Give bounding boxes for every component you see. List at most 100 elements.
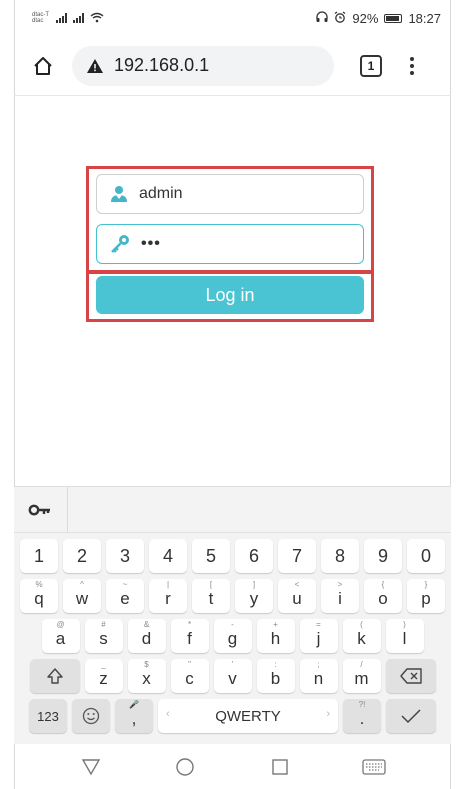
login-button[interactable]: Log in [96, 276, 364, 314]
carrier-bottom: dtac [32, 18, 44, 24]
key-g[interactable]: -g [213, 619, 252, 653]
chevron-right-icon: › [326, 708, 330, 720]
menu-button[interactable] [402, 51, 422, 81]
emoji-icon [82, 707, 100, 725]
key-2[interactable]: 2 [63, 539, 101, 573]
key-hint: _ [101, 660, 106, 669]
key-label: o [378, 589, 388, 608]
key-c[interactable]: " c [170, 659, 209, 693]
key-hint: " [188, 660, 191, 669]
warning-icon [87, 58, 103, 73]
password-manager-button[interactable] [28, 486, 68, 533]
key-hint: & [143, 620, 150, 629]
key-hint: ; [317, 660, 320, 669]
key-label: j [316, 629, 321, 648]
emoji-key[interactable] [72, 699, 110, 733]
key-h[interactable]: + h [256, 619, 295, 653]
key-n[interactable]: ; n [299, 659, 338, 693]
key-k[interactable]: (k [342, 619, 381, 653]
home-nav-button[interactable] [170, 752, 200, 782]
key-hint: < [294, 580, 300, 589]
key-5[interactable]: 5 [192, 539, 230, 573]
letter-row-3: _ z $ x " c ' v: b; n / m [14, 659, 451, 693]
key-hint: $ [144, 660, 149, 669]
key-m[interactable]: / m [342, 659, 381, 693]
key-9[interactable]: 9 [364, 539, 402, 573]
key-i[interactable]: > i [321, 579, 359, 613]
key-f[interactable]: * f [170, 619, 209, 653]
key-4[interactable]: 4 [149, 539, 187, 573]
status-bar: dtac-T dtac 92% 18:27 [14, 0, 451, 36]
key-z[interactable]: _ z [84, 659, 123, 693]
carrier-label: dtac-T dtac [32, 12, 50, 24]
keyboard: 1234567890 % q ^ w ~ e | r[t] y < u > i{o} p @ a # s & d * f… [14, 486, 451, 744]
key-label: 7 [291, 545, 302, 566]
battery-icon [384, 13, 403, 23]
key-label: l [402, 629, 407, 648]
username-field[interactable]: admin [96, 174, 364, 214]
recents-square-icon [271, 758, 288, 775]
alarm-icon [334, 11, 346, 26]
key-0[interactable]: 0 [407, 539, 445, 573]
symbols-key[interactable]: 123 [29, 699, 67, 733]
key-label: t [208, 589, 214, 608]
key-label: f [187, 629, 192, 648]
chevron-left-icon: ‹ [166, 708, 170, 720]
key-label: v [228, 669, 237, 688]
tab-switcher-button[interactable]: 1 [360, 54, 382, 77]
key-e[interactable]: ~ e [106, 579, 144, 613]
key-label: 5 [205, 545, 216, 566]
key-label: m [354, 669, 369, 688]
address-bar[interactable]: 192.168.0.1 [72, 45, 334, 86]
keyboard-hide-button[interactable] [359, 752, 389, 782]
headphones-icon [316, 10, 329, 26]
key-t[interactable]: [t [192, 579, 230, 613]
key-hint: ] [252, 580, 256, 589]
period-hint: ?! [358, 700, 366, 709]
key-q[interactable]: % q [20, 579, 58, 613]
key-v[interactable]: ' v [213, 659, 252, 693]
key-b[interactable]: :b [256, 659, 295, 693]
home-button[interactable] [26, 49, 60, 83]
comma-label: , [131, 709, 137, 728]
key-w[interactable]: ^ w [63, 579, 101, 613]
key-y[interactable]: ] y [235, 579, 273, 613]
url-text: 192.168.0.1 [114, 55, 210, 75]
backspace-icon [399, 668, 422, 684]
key-label: 9 [377, 545, 388, 566]
key-hint: | [166, 580, 170, 589]
backspace-key[interactable] [385, 659, 436, 693]
signal-icon [56, 13, 67, 23]
password-field[interactable]: ••• [96, 224, 364, 264]
key-8[interactable]: 8 [321, 539, 359, 573]
key-u[interactable]: < u [278, 579, 316, 613]
period-key[interactable]: ?! . [343, 699, 381, 733]
key-o[interactable]: {o [364, 579, 402, 613]
enter-key[interactable] [386, 699, 436, 733]
menu-dot [410, 70, 414, 75]
key-p[interactable]: } p [407, 579, 445, 613]
key-7[interactable]: 7 [278, 539, 316, 573]
key-r[interactable]: | r [149, 579, 187, 613]
bottom-row: 123 🎤 , ‹ QWERTY › ?! . [14, 699, 451, 733]
key-label: 1 [33, 545, 44, 566]
key-l[interactable]: ) l [385, 619, 424, 653]
shift-key[interactable] [29, 659, 80, 693]
key-6[interactable]: 6 [235, 539, 273, 573]
key-label: 2 [76, 545, 87, 566]
key-a[interactable]: @ a [41, 619, 80, 653]
key-3[interactable]: 3 [106, 539, 144, 573]
back-button[interactable] [76, 752, 106, 782]
key-x[interactable]: $ x [127, 659, 166, 693]
recents-button[interactable] [265, 752, 295, 782]
key-label: u [292, 589, 302, 608]
space-key[interactable]: ‹ QWERTY › [158, 699, 338, 733]
password-value: ••• [141, 235, 161, 252]
number-row: 1 2 3 4 5 6 7 8 9 0 [14, 539, 451, 573]
key-d[interactable]: & d [127, 619, 166, 653]
key-1[interactable]: 1 [20, 539, 58, 573]
key-j[interactable]: = j [299, 619, 338, 653]
comma-key[interactable]: 🎤 , [115, 699, 153, 733]
key-label: r [165, 589, 171, 608]
key-s[interactable]: # s [84, 619, 123, 653]
